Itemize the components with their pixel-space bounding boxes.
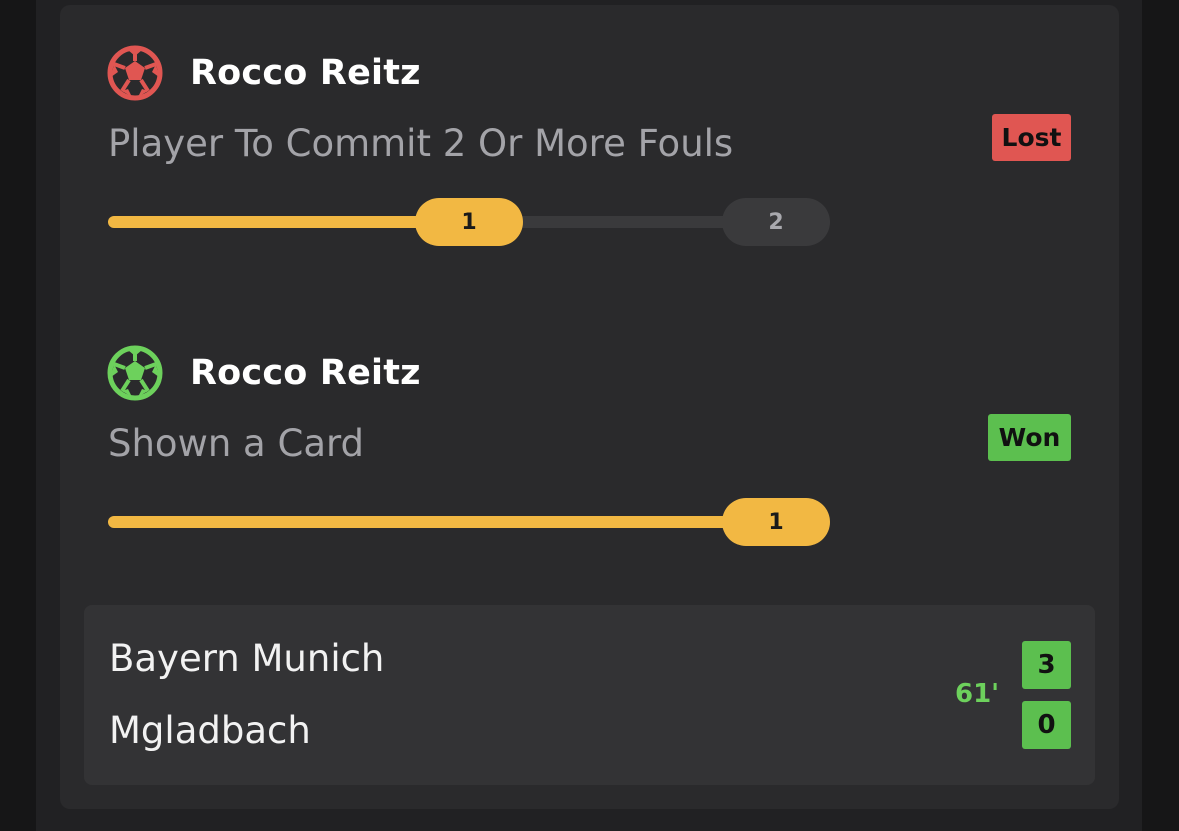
progress-current-pill: 1: [722, 498, 830, 546]
player-row: Rocco Reitz: [106, 340, 421, 406]
progress-target-pill: 2: [722, 198, 830, 246]
home-score: 3: [1022, 641, 1071, 689]
match-scoreboard[interactable]: Bayern Munich Mgladbach 61' 3 0: [84, 605, 1095, 785]
player-name: Rocco Reitz: [190, 353, 421, 393]
progress-fill: [108, 516, 788, 528]
market-label: Player To Commit 2 Or More Fouls: [108, 122, 734, 165]
market-label: Shown a Card: [108, 422, 365, 465]
progress-fill: [108, 216, 468, 228]
progress-current-pill: 1: [415, 198, 523, 246]
result-badge-lost: Lost: [992, 114, 1071, 161]
player-name: Rocco Reitz: [190, 53, 421, 93]
home-team-name: Bayern Munich: [109, 637, 385, 680]
progress-track: 1: [108, 498, 830, 546]
result-badge-won: Won: [988, 414, 1071, 461]
soccer-ball-icon: [106, 344, 164, 402]
progress-track: 1 2: [108, 198, 830, 246]
soccer-ball-icon: [106, 44, 164, 102]
away-score: 0: [1022, 701, 1071, 749]
away-team-name: Mgladbach: [109, 709, 311, 752]
player-row: Rocco Reitz: [106, 40, 421, 106]
match-minute: 61': [955, 679, 1000, 709]
